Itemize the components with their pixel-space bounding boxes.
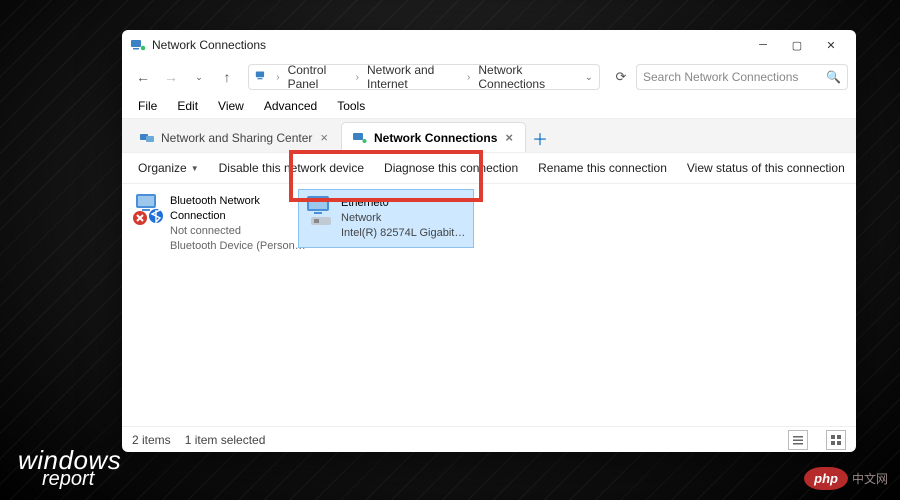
network-connections-icon	[352, 130, 368, 146]
command-bar: Organize▼ Disable this network device Di…	[122, 152, 856, 184]
search-box[interactable]: Search Network Connections 🔍	[636, 64, 848, 90]
maximize-button[interactable]: ▢	[780, 34, 814, 56]
refresh-button[interactable]: ⟳	[608, 64, 634, 90]
sharing-center-icon	[139, 130, 155, 146]
forward-button[interactable]: →	[158, 64, 184, 90]
cmd-disable[interactable]: Disable this network device	[211, 158, 372, 178]
close-button[interactable]: ✕	[814, 34, 848, 56]
new-tab-button[interactable]: ＋	[526, 124, 554, 152]
content-area: Bluetooth Network Connection Not connect…	[122, 184, 856, 426]
back-button[interactable]: ←	[130, 64, 156, 90]
menu-advanced[interactable]: Advanced	[256, 97, 325, 115]
up-button[interactable]: ↑	[214, 64, 240, 90]
connection-status: Network	[341, 211, 467, 226]
tab-close-icon[interactable]: ×	[318, 130, 330, 145]
address-icon	[255, 69, 268, 85]
address-history-dropdown[interactable]: ⌄	[585, 72, 593, 83]
details-view-button[interactable]	[788, 430, 808, 450]
tab-strip: Network and Sharing Center × Network Con…	[122, 118, 856, 152]
ethernet-connection-icon	[303, 194, 337, 228]
titlebar: Network Connections ─ ▢ ✕	[122, 30, 856, 60]
status-selected-count: 1 item selected	[185, 433, 266, 447]
watermark-php: php 中文网	[804, 467, 888, 490]
bluetooth-connection-icon	[132, 192, 166, 226]
tab-close-icon[interactable]: ×	[503, 130, 515, 145]
cmd-view-status[interactable]: View status of this connection	[679, 158, 853, 178]
connection-ethernet[interactable]: Ethernet0 Network Intel(R) 82574L Gigabi…	[298, 189, 474, 248]
menu-bar: File Edit View Advanced Tools	[122, 94, 856, 118]
status-item-count: 2 items	[132, 433, 171, 447]
cmd-organize[interactable]: Organize▼	[130, 158, 207, 178]
breadcrumb-control-panel[interactable]: Control Panel	[288, 63, 348, 91]
tab-network-connections[interactable]: Network Connections ×	[341, 122, 526, 152]
cmd-diagnose[interactable]: Diagnose this connection	[376, 158, 526, 178]
tab-network-sharing-center[interactable]: Network and Sharing Center ×	[128, 122, 341, 152]
menu-tools[interactable]: Tools	[329, 97, 373, 115]
navigation-bar: ← → ⌄ ↑ › Control Panel › Network and In…	[122, 60, 856, 94]
menu-view[interactable]: View	[210, 97, 252, 115]
connection-name: Bluetooth Network Connection	[170, 194, 306, 224]
recent-dropdown[interactable]: ⌄	[186, 64, 212, 90]
status-bar: 2 items 1 item selected	[122, 426, 856, 452]
connection-name: Ethernet0	[341, 196, 467, 211]
address-bar[interactable]: › Control Panel › Network and Internet ›…	[248, 64, 600, 90]
minimize-button[interactable]: ─	[746, 34, 780, 56]
breadcrumb-network-connections[interactable]: Network Connections	[478, 63, 572, 91]
large-icons-view-button[interactable]	[826, 430, 846, 450]
cmd-rename[interactable]: Rename this connection	[530, 158, 675, 178]
chevron-down-icon: ▼	[191, 164, 199, 173]
watermark-windows-report: windows report	[18, 449, 121, 488]
connection-device: Intel(R) 82574L Gigabit Network C...	[341, 226, 467, 241]
connection-status: Not connected	[170, 224, 306, 239]
tab-label: Network Connections	[374, 131, 497, 145]
app-icon	[130, 37, 146, 53]
tab-label: Network and Sharing Center	[161, 131, 312, 145]
search-icon: 🔍	[826, 70, 841, 84]
breadcrumb-network-internet[interactable]: Network and Internet	[367, 63, 459, 91]
connection-bluetooth[interactable]: Bluetooth Network Connection Not connect…	[130, 190, 310, 257]
connection-device: Bluetooth Device (Personal Area ...	[170, 239, 306, 254]
search-placeholder: Search Network Connections	[643, 70, 798, 84]
network-connections-window: Network Connections ─ ▢ ✕ ← → ⌄ ↑ › Cont…	[122, 30, 856, 452]
window-title: Network Connections	[152, 38, 266, 52]
menu-file[interactable]: File	[130, 97, 165, 115]
menu-edit[interactable]: Edit	[169, 97, 206, 115]
